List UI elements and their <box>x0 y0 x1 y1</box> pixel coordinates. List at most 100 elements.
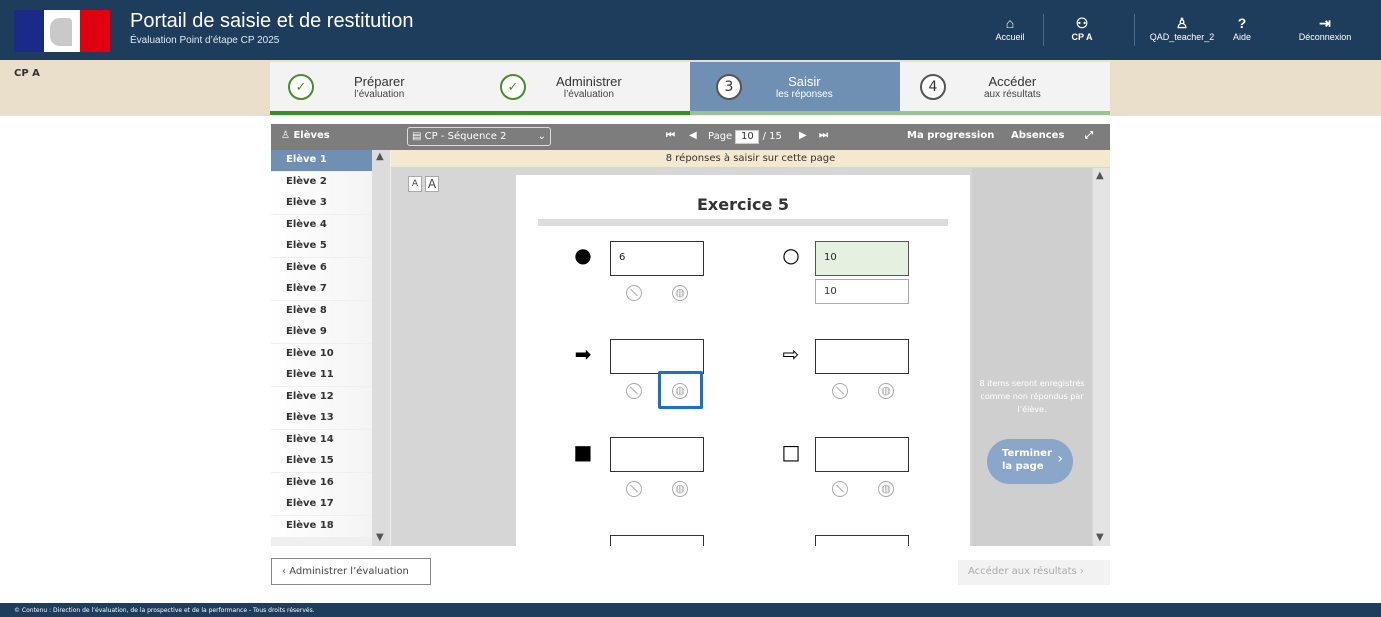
scroll-up-icon[interactable]: ▲ <box>1096 170 1104 181</box>
input-toolbar: ♙ Elèves ▤ CP - Séquence 2 ⌄ ⏮ ◀ Page 10 … <box>271 124 1110 150</box>
exercise-sheet: Exercice 5 ● 6 ◍ ○ 10 10 ➡ ◍ ⇨ ◍ ■ ◍ □ ◍ <box>516 175 970 546</box>
check-icon: ✓ <box>288 74 314 100</box>
answer-field[interactable] <box>610 437 704 472</box>
step-preparer[interactable]: ✓ Préparer l’évaluation <box>270 62 480 112</box>
student-item[interactable]: Elève 14 <box>271 429 374 451</box>
step-saisir[interactable]: 3 Saisir les réponses <box>690 62 900 112</box>
no-response-icon[interactable] <box>626 383 642 399</box>
check-icon: ✓ <box>500 74 526 100</box>
no-response-icon[interactable] <box>832 383 848 399</box>
absences-link[interactable]: Absences <box>1011 130 1064 141</box>
exercise-divider <box>538 219 948 226</box>
student-item[interactable]: Elève 10 <box>271 343 374 365</box>
no-response-icon[interactable] <box>626 285 642 301</box>
student-item[interactable]: Elève 3 <box>271 193 374 214</box>
nav-help[interactable]: ? Aide <box>1228 14 1256 42</box>
expand-icon[interactable]: ⤢ <box>1085 130 1093 141</box>
no-response-icon[interactable] <box>832 481 848 497</box>
black-circle-icon: ● <box>574 243 592 267</box>
top-bar: Portail de saisie et de restitution Éval… <box>0 0 1381 60</box>
prev-page-icon[interactable]: ◀ <box>689 130 697 141</box>
nav-class[interactable]: ⚇ CP A <box>1062 14 1102 42</box>
answer-field[interactable] <box>610 339 704 374</box>
logout-icon: ⇥ <box>1319 15 1331 31</box>
last-page-icon[interactable]: ⏭ <box>819 130 828 141</box>
unreadable-icon[interactable]: ◍ <box>878 383 894 399</box>
sequence-select[interactable]: ▤ CP - Séquence 2 ⌄ <box>407 127 551 146</box>
focus-highlight <box>658 371 703 409</box>
student-item[interactable]: Elève 18 <box>271 515 374 537</box>
student-item[interactable]: Elève 13 <box>271 408 374 429</box>
nav-logout[interactable]: ⇥ Déconnexion <box>1290 14 1360 42</box>
step-administrer[interactable]: ✓ Administrer l’évaluation <box>500 62 690 112</box>
black-square-icon: ■ <box>573 440 593 464</box>
chevron-down-icon: ⌄ <box>537 131 546 142</box>
student-list-scrollbar[interactable] <box>372 150 390 546</box>
student-item[interactable]: Elève 6 <box>271 257 374 279</box>
content-scrollbar[interactable] <box>1093 168 1110 546</box>
step-acceder[interactable]: 4 Accéder aux résultats <box>920 62 1110 112</box>
republique-francaise-logo <box>14 10 110 52</box>
answer-field[interactable]: 6 <box>610 241 704 276</box>
answer-field-active[interactable]: 10 <box>815 241 909 276</box>
font-increase-button[interactable]: A <box>425 176 439 192</box>
user-icon: ♙ <box>1175 15 1189 31</box>
scroll-down-icon[interactable]: ▼ <box>1096 532 1104 543</box>
app-subtitle: Évaluation Point d’étape CP 2025 <box>130 35 280 46</box>
unreadable-icon[interactable]: ◍ <box>672 481 688 497</box>
workflow-steps: ✓ Préparer l’évaluation ✓ Administrer l’év… <box>270 62 1110 116</box>
nav-user[interactable]: ♙ QAD_teacher_2 <box>1148 14 1216 42</box>
chevron-right-icon: › <box>1076 566 1084 577</box>
student-item[interactable]: Elève 16 <box>271 472 374 494</box>
unreadable-icon[interactable]: ◍ <box>878 481 894 497</box>
info-message: 8 réponses à saisir sur cette page <box>391 150 1110 167</box>
step-number: 3 <box>716 74 742 100</box>
access-results-button[interactable]: Accéder aux résultats › <box>958 560 1110 585</box>
nav-home[interactable]: ⌂ Accueil <box>990 14 1030 42</box>
white-circle-icon: ○ <box>782 243 800 267</box>
student-item[interactable]: Elève 7 <box>271 279 374 300</box>
autocomplete-suggestion[interactable]: 10 <box>815 279 909 304</box>
help-icon: ? <box>1237 15 1247 31</box>
scroll-up-icon[interactable]: ▲ <box>376 151 384 162</box>
student-item[interactable]: Elève 15 <box>271 451 374 472</box>
unreadable-icon[interactable]: ◍ <box>672 285 688 301</box>
answer-field[interactable] <box>610 535 704 546</box>
back-administer-button[interactable]: ‹ Administrer l’évaluation <box>271 558 431 585</box>
my-progress-link[interactable]: Ma progression <box>907 130 994 141</box>
next-page-icon[interactable]: ▶ <box>799 130 807 141</box>
step-number: 4 <box>920 74 946 100</box>
student-item[interactable]: Elève 5 <box>271 236 374 257</box>
page-navigator: Page 10 / 15 <box>708 130 782 144</box>
student-item[interactable]: Elève 17 <box>271 494 374 515</box>
right-panel <box>972 168 1092 546</box>
black-arrow-icon: ➡ <box>574 342 592 366</box>
footer: © Contenu : Direction de l’évaluation, d… <box>0 603 1381 617</box>
answer-field[interactable] <box>815 437 909 472</box>
answer-field[interactable] <box>815 535 909 546</box>
font-decrease-button[interactable]: A <box>408 176 422 192</box>
app-title: Portail de saisie et de restitution <box>130 10 414 32</box>
white-square-icon: □ <box>781 440 801 464</box>
student-item[interactable]: Elève 9 <box>271 322 374 343</box>
student-item[interactable]: Elève 1 <box>271 150 374 171</box>
class-label: CP A <box>14 68 40 79</box>
student-item[interactable]: Elève 11 <box>271 365 374 386</box>
progress-bar-done <box>270 111 690 115</box>
students-icon: ♙ <box>281 130 294 141</box>
answer-field[interactable] <box>815 339 909 374</box>
student-item[interactable]: Elève 12 <box>271 386 374 408</box>
sequence-icon: ▤ <box>412 131 425 142</box>
student-item[interactable]: Elève 4 <box>271 214 374 236</box>
student-item[interactable]: Elève 8 <box>271 300 374 322</box>
white-arrow-icon: ⇨ <box>782 342 800 366</box>
chevron-right-icon: › <box>1057 451 1063 467</box>
page-input[interactable]: 10 <box>735 130 760 144</box>
progress-bar-current <box>690 111 1110 115</box>
home-icon: ⌂ <box>1005 15 1015 31</box>
no-response-icon[interactable] <box>626 481 642 497</box>
student-item[interactable]: Elève 2 <box>271 171 374 193</box>
finish-page-button[interactable]: Terminer la page › <box>987 439 1073 484</box>
scroll-down-icon[interactable]: ▼ <box>376 532 384 543</box>
first-page-icon[interactable]: ⏮ <box>666 130 675 141</box>
